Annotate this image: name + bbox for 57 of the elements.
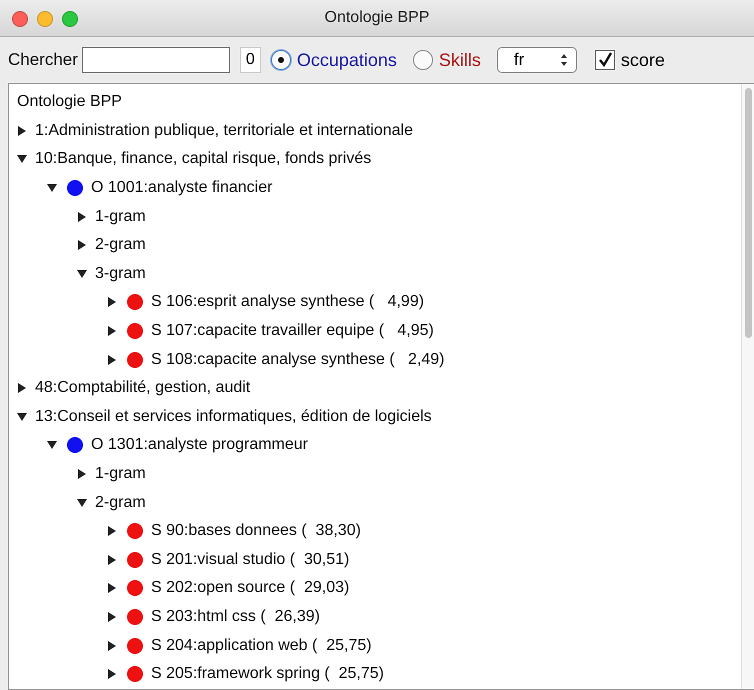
tree-item[interactable]: O 1301:analyste programmeur [91,436,308,454]
expand-triangle-icon[interactable] [77,469,87,480]
tree-item[interactable]: S 202:open source ( 29,03) [151,579,350,598]
collapse-triangle-icon[interactable] [17,412,27,422]
tree-item[interactable]: 1:Administration publique, territoriale et internationale [35,122,413,140]
close-button[interactable] [12,11,28,27]
search-label: Chercher [8,50,78,70]
expand-triangle-icon[interactable] [107,326,117,336]
radio-icon[interactable] [412,50,433,70]
tree-item[interactable]: S 205:framework spring ( 25,75) [151,665,384,684]
zoom-button[interactable] [62,11,78,27]
radio-icon[interactable] [270,50,291,70]
radio-option[interactable]: Skills [412,50,481,70]
search-field[interactable] [82,47,230,73]
tree-item[interactable]: 1-gram [95,208,146,226]
stepper-icon [560,53,568,67]
tree-item[interactable]: 10:Banque, finance, capital risque, fonds privés [35,150,372,168]
tree-item[interactable]: 2-gram [95,494,146,512]
checkbox-icon[interactable] [594,50,615,70]
tree-item[interactable]: 1-gram [95,465,146,484]
scroll-thumb[interactable] [744,88,752,338]
score-checkbox[interactable]: score [594,50,665,70]
tree-item[interactable]: 13:Conseil et services informatiques, édition de logiciels [35,408,432,426]
expand-triangle-icon[interactable] [107,669,117,680]
tree-item[interactable]: S 203:html css ( 26,39) [151,608,320,626]
expand-triangle-icon[interactable] [17,383,27,394]
expand-triangle-icon[interactable] [107,554,117,565]
radio-option[interactable]: Occupations [270,50,397,70]
collapse-triangle-icon[interactable] [17,154,27,164]
tree-item[interactable]: S 204:application web ( 25,75) [151,636,372,655]
expand-triangle-icon[interactable] [107,640,117,651]
tree-item[interactable]: O 1001:analyste financier [91,179,272,198]
language-select[interactable]: fr [496,47,577,73]
tree-item[interactable]: 3-gram [95,264,146,283]
scrollbar[interactable] [741,84,754,689]
collapse-triangle-icon[interactable] [47,183,57,194]
expand-triangle-icon[interactable] [17,126,27,136]
tree-item[interactable]: S 90:bases donnees ( 38,30) [151,522,361,540]
collapse-triangle-icon[interactable] [47,440,57,450]
expand-triangle-icon[interactable] [107,612,117,622]
tree-item[interactable]: 2-gram [95,236,146,254]
expand-triangle-icon[interactable] [77,240,87,250]
collapse-triangle-icon[interactable] [77,268,87,279]
tree-item[interactable]: 48:Comptabilité, gestion, audit [35,379,250,398]
expand-triangle-icon[interactable] [107,583,117,594]
tree-root[interactable]: Ontologie BPP [17,93,122,112]
tree-item[interactable]: S 106:esprit analyse synthese ( 4,99) [151,293,424,312]
window-title: Ontologie BPP [324,9,430,27]
expand-triangle-icon[interactable] [77,212,87,222]
tree-item[interactable]: S 107:capacite travailler equipe ( 4,95) [151,322,434,340]
tree-item[interactable]: S 201:visual studio ( 30,51) [151,550,350,569]
expand-triangle-icon[interactable] [107,354,117,365]
tree-item[interactable]: S 108:capacite analyse synthese ( 2,49) [151,350,445,369]
expand-triangle-icon[interactable] [107,526,117,536]
collapse-triangle-icon[interactable] [77,498,87,508]
expand-triangle-icon[interactable] [107,297,117,308]
result-count: 0 [240,47,261,73]
